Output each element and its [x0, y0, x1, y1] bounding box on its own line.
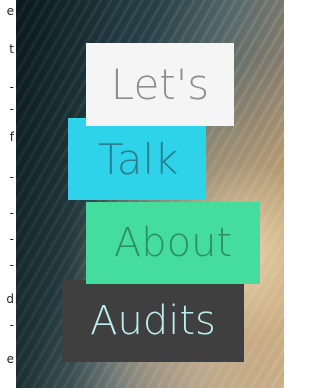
- hero-word-talk: Talk: [68, 118, 206, 200]
- text-fragment: d: [6, 292, 14, 306]
- hero-word-about: About: [86, 202, 260, 284]
- page: e t - - f - - - - d - e Let's Talk About…: [0, 0, 284, 388]
- clipped-article-text: e t - - f - - - - d - e: [0, 0, 16, 388]
- text-fragment: e: [6, 4, 14, 18]
- text-fragment: -: [9, 102, 14, 116]
- text-fragment: -: [9, 258, 14, 272]
- text-fragment: -: [9, 232, 14, 246]
- hero-word-lets: Let's: [86, 43, 234, 126]
- text-fragment: -: [9, 318, 14, 332]
- text-fragment: -: [9, 206, 14, 220]
- text-fragment: f: [9, 130, 14, 144]
- text-fragment: t: [9, 42, 14, 56]
- text-fragment: -: [9, 80, 14, 94]
- text-fragment: -: [9, 170, 14, 184]
- hero-word-audits: Audits: [62, 280, 244, 362]
- text-fragment: e: [6, 352, 14, 366]
